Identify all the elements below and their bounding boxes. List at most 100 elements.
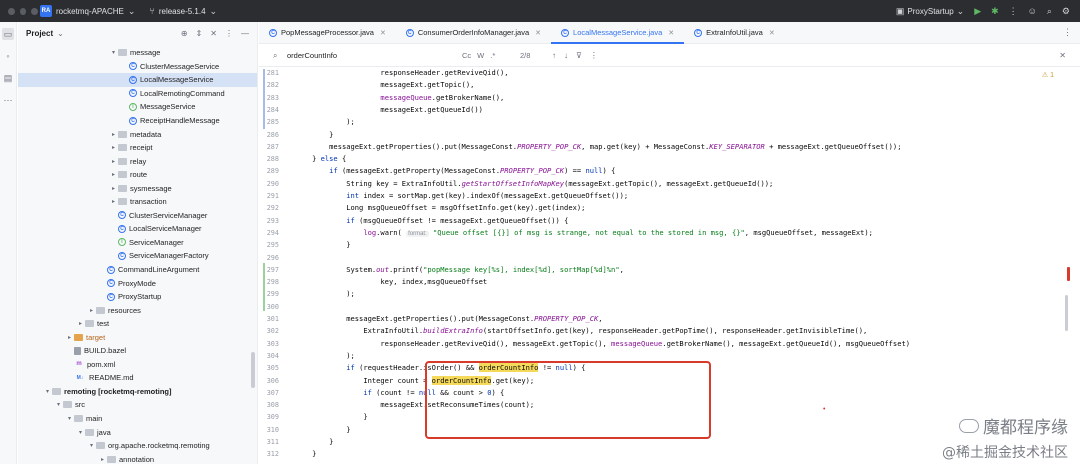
watermark-site: @稀土掘金技术社区 xyxy=(942,445,1068,461)
project-scrollbar[interactable] xyxy=(251,352,255,388)
match-case-toggle[interactable]: Cc xyxy=(462,51,471,60)
tree-item[interactable]: m pom.xml xyxy=(18,358,257,372)
chevron-down-icon[interactable]: ⌄ xyxy=(57,29,64,38)
chevron-right-icon[interactable]: ▸ xyxy=(109,198,118,205)
project-tool-icon[interactable]: ▭ xyxy=(2,28,14,40)
tree-item[interactable]: ▾ java xyxy=(18,425,257,439)
close-find-icon[interactable]: ✕ xyxy=(1059,51,1080,60)
close-tab-icon[interactable]: ✕ xyxy=(535,29,541,37)
tree-item[interactable]: ▾ message xyxy=(18,46,257,60)
vcs-change-marker[interactable] xyxy=(263,263,265,311)
editor-tab[interactable]: C ConsumerOrderInfoManager.java ✕ xyxy=(396,22,551,43)
tree-item[interactable]: I MessageService xyxy=(18,100,257,114)
find-more-icon[interactable]: ⋮ xyxy=(590,51,598,60)
structure-tool-icon[interactable]: ▤ xyxy=(2,72,14,84)
commit-tool-icon[interactable]: ◦ xyxy=(2,50,14,62)
settings-icon[interactable]: ⚙ xyxy=(1062,6,1070,17)
chevron-down-icon[interactable]: ▾ xyxy=(54,401,63,408)
locate-icon[interactable]: ⊕ xyxy=(181,29,188,38)
chevron-right-icon[interactable]: ▸ xyxy=(109,131,118,138)
chevron-right-icon[interactable]: ▸ xyxy=(109,158,118,165)
chevron-right-icon[interactable]: ▸ xyxy=(98,456,107,463)
tree-item[interactable]: C LocalMessageService xyxy=(18,73,257,87)
collab-icon[interactable]: ☺ xyxy=(1028,6,1037,16)
tree-item[interactable]: ▾ org.apache.rocketmq.remoting xyxy=(18,439,257,453)
warning-indicator[interactable]: ⚠ 1 xyxy=(1042,71,1054,79)
chevron-down-icon[interactable]: ▾ xyxy=(109,49,118,56)
chevron-down-icon[interactable]: ▾ xyxy=(87,442,96,449)
close-tab-icon[interactable]: ✕ xyxy=(769,29,775,37)
tree-item[interactable]: ▾ remoting [rocketmq-remoting] xyxy=(18,385,257,399)
tree-item[interactable]: ▸ receipt xyxy=(18,141,257,155)
tree-item[interactable]: ▸ resources xyxy=(18,303,257,317)
tree-item[interactable]: C ServiceManagerFactory xyxy=(18,249,257,263)
chevron-right-icon[interactable]: ▸ xyxy=(87,307,96,314)
tree-item[interactable]: ▸ annotation xyxy=(18,452,257,464)
tree-item[interactable]: C ClusterMessageService xyxy=(18,60,257,74)
tree-item[interactable]: C ProxyMode xyxy=(18,276,257,290)
code-editor[interactable]: 281 282 283 284 285 286 287 288 289 290 291 292 293 2… xyxy=(259,67,1080,464)
previous-match-icon[interactable]: ↑ xyxy=(552,51,556,60)
code-line: responseHeader.getReviveQid(), xyxy=(295,68,509,77)
editor-scrollbar[interactable] xyxy=(1065,295,1068,331)
find-input[interactable]: orderCountInfo xyxy=(287,51,462,60)
error-stripe-marker[interactable] xyxy=(1067,267,1070,281)
hide-icon[interactable]: — xyxy=(241,29,249,38)
branch-switcher[interactable]: ⑂ release-5.1.4 ⌄ xyxy=(149,6,217,17)
options-icon[interactable]: ⋮ xyxy=(225,29,233,38)
tree-item[interactable]: ▾ src xyxy=(18,398,257,412)
run-icon[interactable]: ▶ xyxy=(974,6,981,17)
tree-item-label: src xyxy=(75,400,85,410)
expand-icon[interactable]: ⇕ xyxy=(196,29,203,38)
chevron-right-icon[interactable]: ▸ xyxy=(109,144,118,151)
collapse-icon[interactable]: ✕ xyxy=(210,29,217,38)
debug-icon[interactable]: ✱ xyxy=(991,6,999,17)
chevron-down-icon[interactable]: ▾ xyxy=(65,415,74,422)
code-line: ExtraInfoUtil.buildExtraInfo(startOffset… xyxy=(295,326,868,336)
tree-item[interactable]: BUILD.bazel xyxy=(18,344,257,358)
tree-item[interactable]: ▸ route xyxy=(18,168,257,182)
window-controls[interactable] xyxy=(0,7,39,15)
tree-item[interactable]: C LocalRemotingCommand xyxy=(18,87,257,101)
whole-words-toggle[interactable]: W xyxy=(477,51,484,60)
tree-item-label: ServiceManagerFactory xyxy=(129,251,209,261)
close-tab-icon[interactable]: ✕ xyxy=(380,29,386,37)
more-icon[interactable]: ⋮ xyxy=(1009,6,1018,17)
tree-item[interactable]: ▸ test xyxy=(18,317,257,331)
chevron-down-icon[interactable]: ▾ xyxy=(43,388,52,395)
chevron-right-icon[interactable]: ▸ xyxy=(76,320,85,327)
tree-item[interactable]: C ClusterServiceManager xyxy=(18,209,257,223)
project-panel-header: Project ⌄ ⊕ ⇕ ✕ ⋮ — xyxy=(18,22,257,44)
tree-item[interactable]: I ServiceManager xyxy=(18,236,257,250)
editor-tab[interactable]: C LocalMessageService.java ✕ xyxy=(551,22,685,44)
tree-item[interactable]: C ProxyStartup xyxy=(18,290,257,304)
tree-item[interactable]: M↓ README.md xyxy=(18,371,257,385)
more-tools-icon[interactable]: ⋯ xyxy=(2,94,14,106)
tree-item[interactable]: ▸ metadata xyxy=(18,127,257,141)
chevron-right-icon[interactable]: ▸ xyxy=(109,185,118,192)
tree-item[interactable]: C CommandLineArgument xyxy=(18,263,257,277)
tree-item[interactable]: ▾ main xyxy=(18,412,257,426)
chevron-right-icon[interactable]: ▸ xyxy=(65,334,74,341)
project-panel-title[interactable]: Project xyxy=(26,29,53,38)
tabs-more-icon[interactable]: ⋮ xyxy=(1063,22,1080,43)
editor-tab[interactable]: C PopMessageProcessor.java ✕ xyxy=(259,22,396,43)
tree-item[interactable]: C LocalServiceManager xyxy=(18,222,257,236)
tree-item[interactable]: ▸ sysmessage xyxy=(18,181,257,195)
tree-item[interactable]: ▸ target xyxy=(18,330,257,344)
tree-item[interactable]: ▸ relay xyxy=(18,154,257,168)
next-match-icon[interactable]: ↓ xyxy=(564,51,568,60)
regex-toggle[interactable]: .* xyxy=(490,51,495,60)
close-tab-icon[interactable]: ✕ xyxy=(668,29,674,37)
run-config-selector[interactable]: ▣ ProxyStartup ⌄ xyxy=(896,6,964,17)
chevron-right-icon[interactable]: ▸ xyxy=(109,171,118,178)
tree-item-label: target xyxy=(86,332,106,342)
vcs-change-marker[interactable] xyxy=(263,69,265,129)
search-everywhere-icon[interactable]: ⌕ xyxy=(1047,6,1052,17)
project-switcher[interactable]: RA rocketmq-APACHE ⌄ xyxy=(40,5,135,17)
editor-tab[interactable]: C ExtraInfoUtil.java ✕ xyxy=(684,22,785,43)
filter-icon[interactable]: ⊽ xyxy=(576,51,582,60)
chevron-down-icon[interactable]: ▾ xyxy=(76,429,85,436)
tree-item[interactable]: ▸ transaction xyxy=(18,195,257,209)
tree-item[interactable]: C ReceiptHandleMessage xyxy=(18,114,257,128)
